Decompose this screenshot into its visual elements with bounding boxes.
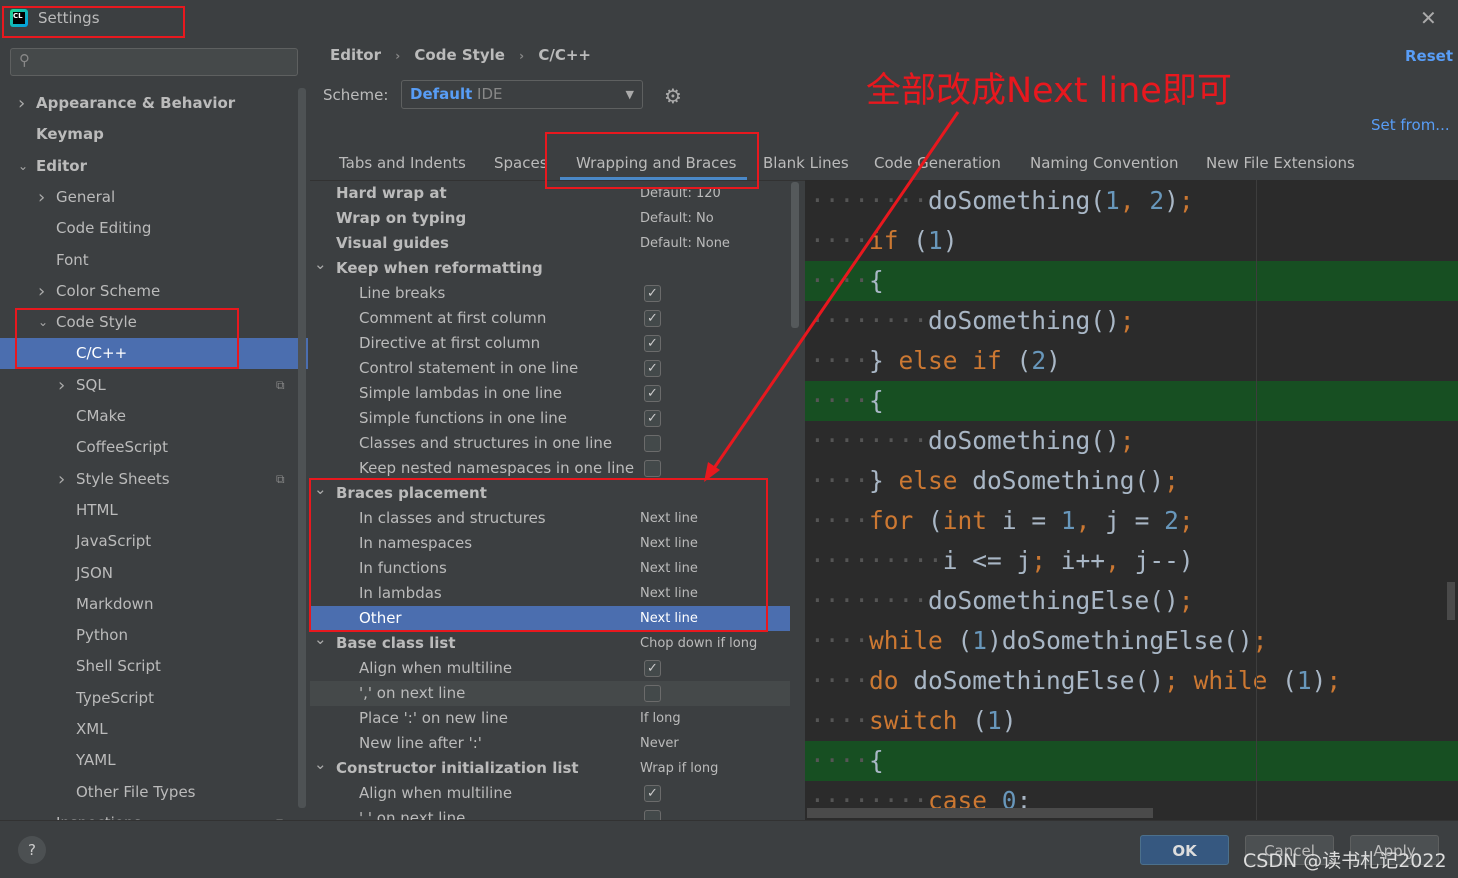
annotation-arrow — [704, 111, 960, 482]
preview-v-scrollbar[interactable] — [1447, 582, 1455, 620]
right-margin-guide — [1256, 180, 1257, 820]
preview-h-scrollbar[interactable] — [807, 808, 1153, 818]
